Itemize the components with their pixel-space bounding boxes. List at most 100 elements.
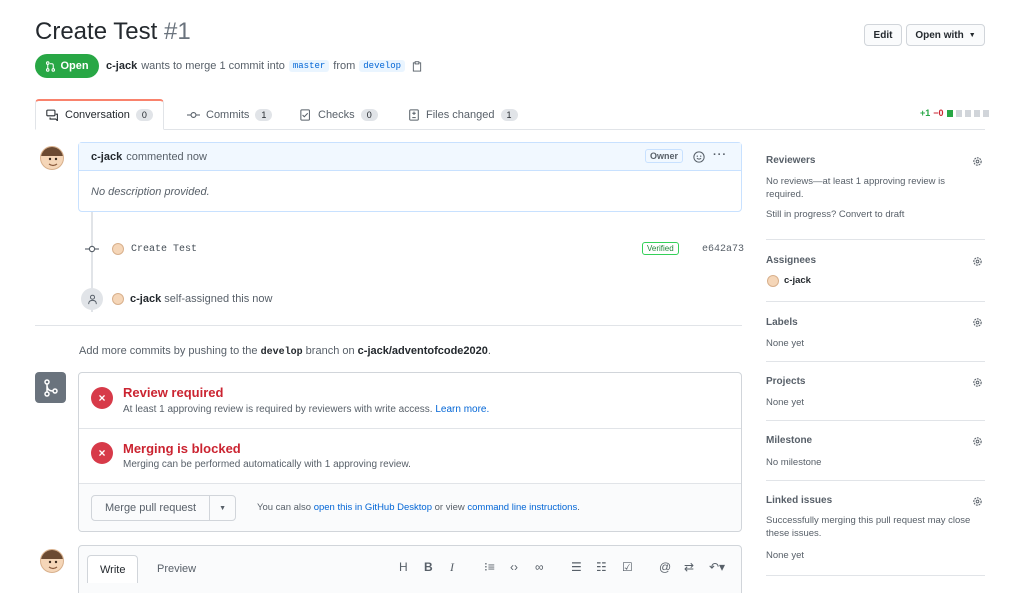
link-icon[interactable]: ∞ — [535, 560, 544, 574]
tab-conversation-count: 0 — [135, 109, 153, 121]
mention-icon[interactable]: @ — [659, 560, 671, 574]
avatar[interactable] — [112, 243, 124, 255]
assign-actor[interactable]: c-jack — [130, 293, 161, 305]
status-label: Open — [60, 60, 89, 72]
owner-badge: Owner — [644, 149, 683, 163]
reviewers-title[interactable]: Reviewers — [766, 155, 815, 166]
tab-checks-count: 0 — [360, 108, 378, 121]
push-hint-repo[interactable]: c-jack/adventofcode2020 — [358, 345, 488, 357]
quote-icon[interactable]: ⁝≡ — [484, 560, 495, 574]
projects-title[interactable]: Projects — [766, 376, 805, 387]
tab-conversation[interactable]: Conversation 0 — [35, 99, 164, 130]
review-required-title: Review required — [123, 385, 224, 400]
commit-icon — [85, 245, 99, 253]
unordered-list-icon[interactable]: ☰ — [571, 560, 582, 574]
head-branch[interactable]: develop — [359, 60, 406, 72]
assignee-name[interactable]: c-jack — [784, 275, 811, 286]
milestone-title[interactable]: Milestone — [766, 435, 812, 446]
tab-commits[interactable]: Commits 1 — [187, 99, 273, 130]
task-list-icon[interactable]: ☑ — [622, 560, 633, 574]
tab-commits-label: Commits — [206, 108, 250, 121]
ordered-list-icon[interactable]: ☷ — [596, 560, 607, 574]
diffstat-block — [955, 109, 962, 117]
open-with-label: Open with — [915, 29, 964, 41]
commit-sha[interactable]: e642a73 — [702, 244, 744, 255]
write-tab[interactable]: Write — [87, 555, 139, 583]
push-hint-prefix: Add more commits by pushing to the — [79, 345, 258, 357]
labels-title[interactable]: Labels — [766, 317, 798, 328]
x-circle-icon: × — [91, 442, 113, 464]
tab-checks[interactable]: Checks 0 — [300, 99, 378, 130]
sidebar-linked-issues: Linked issues Successfully merging this … — [766, 481, 985, 576]
merge-pull-request-button[interactable]: Merge pull request — [92, 496, 209, 520]
diffstat-deletions: −0 — [933, 108, 944, 118]
linked-issues-title[interactable]: Linked issues — [766, 495, 832, 506]
base-branch[interactable]: master — [288, 60, 330, 72]
tab-files-changed[interactable]: Files changed 1 — [408, 99, 518, 130]
desktop-link[interactable]: open this in GitHub Desktop — [314, 502, 432, 513]
diffstat-block — [946, 109, 953, 117]
reply-icon[interactable]: ↶▾ — [709, 560, 725, 574]
clipboard-icon[interactable] — [412, 60, 422, 72]
avatar[interactable] — [40, 146, 64, 170]
git-merge-icon — [43, 378, 58, 397]
cli-link[interactable]: command line instructions — [467, 502, 577, 513]
assign-text: self-assigned this now — [164, 293, 273, 305]
caret-down-icon: ▼ — [219, 504, 227, 512]
diffstat-block — [964, 109, 971, 117]
sidebar-labels: Labels None yet — [766, 302, 985, 362]
pr-author-link[interactable]: c-jack — [106, 60, 137, 72]
or-text: or view — [434, 502, 465, 513]
file-diff-icon — [409, 108, 419, 121]
tab-files-changed-label: Files changed — [426, 108, 495, 121]
commit-message[interactable]: Create Test — [131, 244, 197, 255]
page-title: Create Test #1 — [35, 18, 191, 46]
smiley-icon[interactable] — [693, 151, 705, 163]
diffstat[interactable]: +1 −0 — [920, 108, 989, 118]
avatar-face-icon — [41, 147, 63, 167]
assignees-title[interactable]: Assignees — [766, 255, 816, 266]
open-with-button[interactable]: Open with ▼ — [906, 24, 985, 46]
labels-body: None yet — [766, 338, 805, 349]
merge-alternatives: You can also open this in GitHub Desktop… — [257, 502, 580, 513]
avatar[interactable] — [40, 549, 64, 573]
preview-tab[interactable]: Preview — [145, 555, 208, 583]
italic-icon[interactable]: I — [450, 560, 454, 575]
comment-author[interactable]: c-jack — [91, 151, 122, 163]
from-text: from — [333, 60, 356, 72]
heading-icon[interactable]: H — [399, 560, 408, 574]
gear-icon[interactable] — [972, 256, 983, 267]
convert-to-draft-link[interactable]: Still in progress? Convert to draft — [766, 208, 971, 221]
status-badge: Open — [35, 54, 99, 78]
tab-files-changed-count: 1 — [500, 108, 518, 121]
also-text: You can also — [257, 502, 312, 513]
avatar[interactable] — [767, 275, 779, 287]
comment-discussion-icon — [46, 109, 58, 121]
review-required-desc: At least 1 approving review is required … — [123, 404, 489, 415]
gear-icon[interactable] — [972, 156, 983, 167]
gear-icon[interactable] — [972, 436, 983, 447]
tab-conversation-label: Conversation — [65, 109, 130, 121]
comment-body: No description provided. — [91, 186, 210, 198]
avatar-face-icon — [41, 550, 63, 570]
avatar[interactable] — [112, 293, 124, 305]
gear-icon[interactable] — [972, 496, 983, 507]
divider — [35, 325, 742, 326]
linked-issues-none: None yet — [766, 550, 805, 561]
cross-reference-icon[interactable]: ⇄ — [684, 560, 694, 574]
gear-icon[interactable] — [972, 377, 983, 388]
sidebar-reviewers: Reviewers No reviews—at least 1 approvin… — [766, 142, 985, 240]
kebab-icon[interactable]: ··· — [713, 149, 727, 161]
pr-title: Create Test — [35, 18, 158, 45]
merge-method-dropdown[interactable]: ▼ — [209, 496, 235, 520]
learn-more-link[interactable]: Learn more. — [435, 404, 489, 415]
pull-request-icon — [46, 60, 56, 72]
x-circle-icon: × — [91, 387, 113, 409]
bold-icon[interactable]: B — [424, 560, 433, 574]
linked-issues-body: Successfully merging this pull request m… — [766, 515, 971, 539]
edit-button[interactable]: Edit — [864, 24, 902, 46]
code-icon[interactable]: ‹› — [510, 560, 518, 574]
gear-icon[interactable] — [972, 317, 983, 328]
assign-event: c-jack self-assigned this now — [130, 293, 273, 305]
verified-badge[interactable]: Verified — [642, 242, 679, 255]
